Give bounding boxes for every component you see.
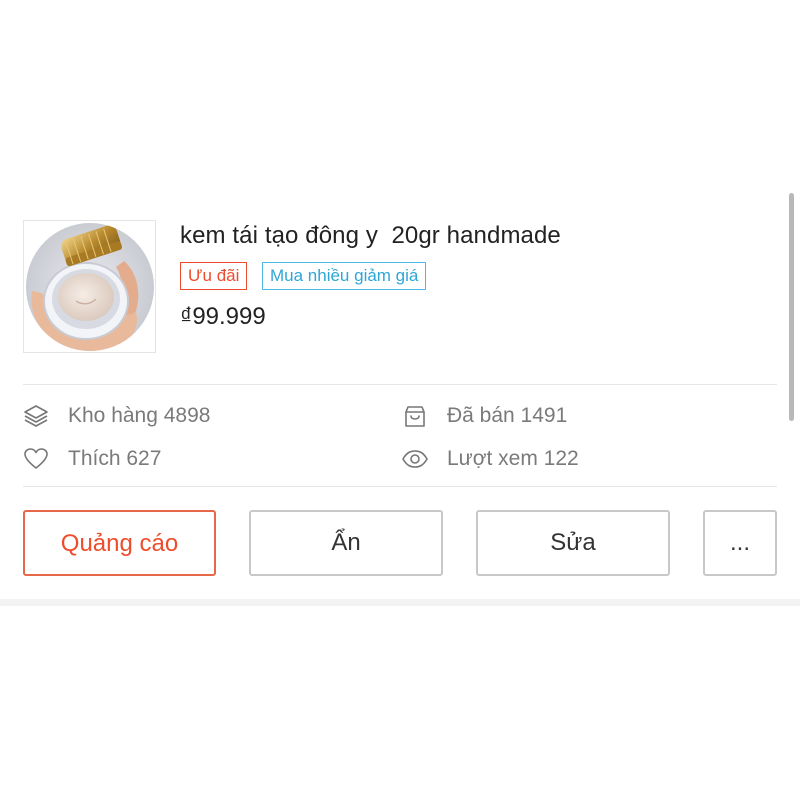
- hide-button[interactable]: Ẩn: [249, 510, 443, 576]
- product-name[interactable]: kem tái tạo đông y 20gr handmade: [180, 222, 561, 250]
- eye-icon: [402, 446, 428, 472]
- heart-icon: [23, 446, 49, 472]
- sold-stat: Đã bán 1491: [402, 401, 567, 431]
- edit-button[interactable]: Sửa: [476, 510, 670, 576]
- likes-label: Thích 627: [68, 447, 162, 470]
- section-separator: [0, 599, 800, 606]
- more-options-button[interactable]: ...: [703, 510, 777, 576]
- vertical-scrollbar[interactable]: [789, 193, 794, 421]
- advertise-button[interactable]: Quảng cáo: [23, 510, 216, 576]
- views-label: Lượt xem 122: [447, 447, 579, 470]
- product-image: [26, 223, 154, 351]
- product-thumbnail[interactable]: [23, 220, 156, 353]
- divider: [23, 486, 777, 487]
- product-price: ₫99.999: [180, 303, 266, 330]
- stock-stat: Kho hàng 4898: [23, 401, 210, 431]
- promo-tag: Ưu đãi: [180, 262, 248, 290]
- views-stat: Lượt xem 122: [402, 444, 579, 474]
- product-listing-page: kem tái tạo đông y 20gr handmade Ưu đãi …: [0, 0, 800, 800]
- advertise-button-label: Quảng cáo: [60, 529, 179, 557]
- likes-stat: Thích 627: [23, 444, 161, 474]
- sold-label: Đã bán 1491: [447, 404, 568, 427]
- shopping-bag-icon: [402, 403, 428, 429]
- layers-icon: [23, 403, 49, 429]
- divider: [23, 384, 777, 385]
- bulk-discount-tag: Mua nhiều giảm giá: [262, 262, 427, 290]
- stock-label: Kho hàng 4898: [68, 404, 211, 427]
